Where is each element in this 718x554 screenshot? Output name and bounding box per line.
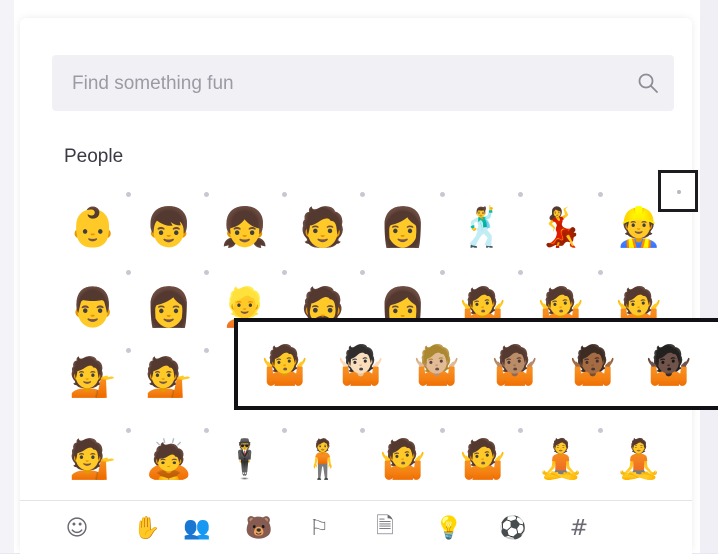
grid-dot (360, 270, 365, 275)
grid-dot (440, 192, 445, 197)
grid-dot (126, 192, 131, 197)
skin-tone-variant[interactable]: 🤷🏽 (486, 336, 544, 394)
lightbulb-category-icon[interactable]: 💡 (432, 511, 466, 545)
grid-dot (598, 192, 603, 197)
people-category-icon[interactable]: 👥 (180, 511, 214, 545)
search-box[interactable] (52, 55, 674, 113)
grid-dot (282, 428, 287, 433)
skin-tone-variant[interactable]: 🤷🏼 (408, 336, 466, 394)
grid-dot (598, 428, 603, 433)
emoji-cell[interactable]: 👧 (216, 198, 274, 256)
sports-category-icon[interactable]: ⚽ (496, 511, 530, 545)
grid-dot (440, 428, 445, 433)
category-bar: ☺ ✋ 👥 🐻 ⚐ 🗎 💡 ⚽ # (20, 500, 692, 554)
skin-tone-variant[interactable]: 🤷 (256, 336, 314, 394)
grid-dot (126, 270, 131, 275)
grid-dot (518, 270, 523, 275)
emoji-cell[interactable]: 🧍 (294, 430, 352, 488)
grid-dot (204, 348, 209, 353)
grid-dot (598, 270, 603, 275)
emoji-cell[interactable]: 🧘 (532, 430, 590, 488)
skin-tone-variant[interactable]: 🤷🏿 (640, 336, 698, 394)
objects-category-icon[interactable]: 🗎 (368, 511, 402, 545)
grid-dot (282, 192, 287, 197)
grid-dot (126, 428, 131, 433)
emoji-cell[interactable]: 👶 (64, 198, 122, 256)
emoji-cell[interactable]: 🤷 (454, 430, 512, 488)
emoji-cell[interactable]: 💁 (140, 348, 198, 406)
emoji-cell[interactable]: 💁 (64, 348, 122, 406)
search-icon[interactable] (636, 71, 660, 95)
smileys-category-icon[interactable]: ☺ (60, 511, 94, 545)
emoji-cell[interactable]: 🕺 (454, 198, 512, 256)
grid-dot (204, 428, 209, 433)
grid-dot (360, 192, 365, 197)
emoji-cell[interactable]: 👩 (374, 198, 432, 256)
emoji-cell[interactable]: 🧑 (294, 198, 352, 256)
emoji-cell[interactable]: 🕴️ (216, 430, 274, 488)
hand-category-icon[interactable]: ✋ (130, 511, 164, 545)
grid-dot (360, 428, 365, 433)
search-input[interactable] (70, 55, 614, 113)
emoji-cell[interactable]: 🤷 (374, 430, 432, 488)
grid-dot (204, 192, 209, 197)
focused-grid-cell[interactable] (658, 170, 698, 212)
grid-dot (126, 348, 131, 353)
flags-category-icon[interactable]: ⚐ (302, 511, 336, 545)
grid-dot (440, 270, 445, 275)
section-title: People (64, 146, 124, 167)
skin-tone-popup: 🤷 🤷🏻 🤷🏼 🤷🏽 🤷🏾 🤷🏿 (234, 318, 718, 410)
focus-dot (677, 190, 681, 194)
grid-dot (518, 192, 523, 197)
symbols-category-icon[interactable]: # (562, 511, 596, 545)
skin-tone-variant[interactable]: 🤷🏾 (564, 336, 622, 394)
skin-tone-variant[interactable]: 🤷🏻 (332, 336, 390, 394)
emoji-cell[interactable]: 👨 (64, 278, 122, 336)
emoji-cell[interactable]: 👩 (140, 278, 198, 336)
grid-dot (204, 270, 209, 275)
grid-dot (282, 270, 287, 275)
emoji-cell[interactable]: 🙇 (140, 430, 198, 488)
emoji-cell[interactable]: 💃 (532, 198, 590, 256)
emoji-cell[interactable]: 👦 (140, 198, 198, 256)
emoji-cell[interactable]: 💁 (64, 430, 122, 488)
emoji-cell[interactable]: 🧘 (610, 430, 668, 488)
grid-dot (518, 428, 523, 433)
animals-category-icon[interactable]: 🐻 (242, 511, 276, 545)
